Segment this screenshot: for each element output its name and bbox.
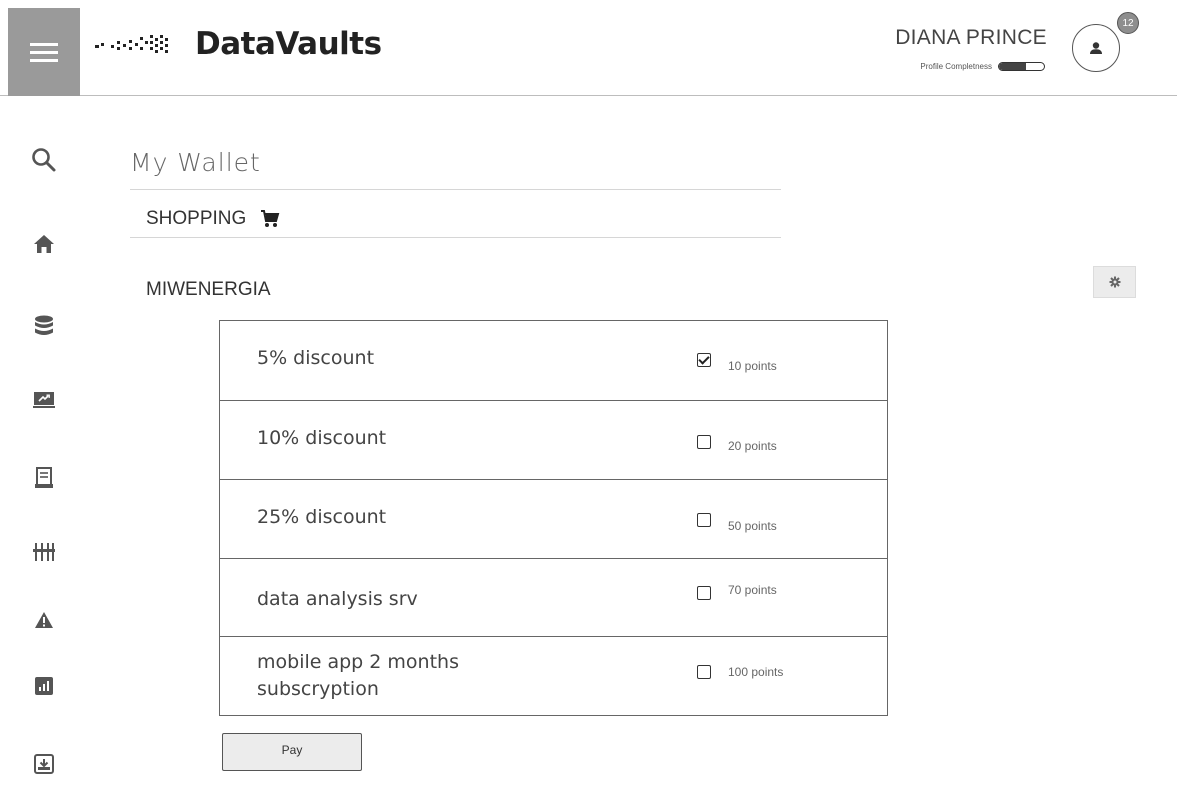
notification-badge[interactable]: 12	[1117, 12, 1139, 34]
sidebar-item-document[interactable]	[30, 464, 58, 492]
sidebar-item-warning[interactable]	[30, 606, 58, 634]
profile-completeness-label: Profile Completness	[920, 62, 992, 71]
logo: DataVaults	[95, 22, 382, 66]
section-label: SHOPPING	[146, 208, 247, 229]
offer-points: 70 points	[728, 583, 777, 597]
database-icon	[35, 315, 53, 335]
sidebar-item-chart[interactable]	[30, 672, 58, 700]
offer-label: data analysis srv	[257, 588, 418, 610]
offer-label: 10% discount	[257, 427, 387, 449]
download-box-icon	[34, 754, 54, 774]
offer-label: 5% discount	[257, 347, 375, 369]
offer-points: 20 points	[728, 439, 777, 453]
sidebar-item-presentation[interactable]	[30, 386, 58, 414]
document-icon	[35, 467, 53, 488]
app-root: DataVaults DIANA PRINCE Profile Completn…	[0, 0, 1177, 791]
search-icon	[32, 148, 56, 172]
offer-points: 10 points	[728, 359, 777, 373]
user-name[interactable]: DIANA PRINCE	[895, 26, 1047, 50]
offer-row[interactable]: 5% discount 10 points	[220, 321, 887, 401]
pay-button[interactable]: Pay	[222, 733, 362, 771]
offer-row[interactable]: 25% discount 50 points	[220, 480, 887, 559]
offer-checkbox[interactable]	[697, 513, 711, 527]
offer-row[interactable]: data analysis srv 70 points	[220, 559, 887, 637]
offer-checkbox[interactable]	[697, 435, 711, 449]
sidebar-item-database[interactable]	[30, 312, 58, 340]
offer-checkbox[interactable]	[697, 353, 711, 367]
sidebar	[8, 96, 80, 791]
profile-completeness-fill	[999, 63, 1026, 70]
warning-icon	[35, 612, 53, 628]
title-divider	[130, 189, 781, 190]
offer-row[interactable]: mobile app 2 months subscryption 100 poi…	[220, 637, 887, 715]
section-divider	[130, 237, 781, 238]
offer-label: 25% discount	[257, 506, 387, 528]
user-icon	[1090, 42, 1102, 54]
page-title: My Wallet	[130, 148, 261, 177]
offer-points: 100 points	[728, 665, 784, 679]
sidebar-item-home[interactable]	[30, 230, 58, 258]
profile-completeness: Profile Completness	[920, 62, 1045, 71]
settings-button[interactable]	[1093, 266, 1136, 298]
sidebar-item-download[interactable]	[30, 750, 58, 778]
cart-icon	[261, 210, 280, 227]
sliders-icon	[33, 543, 55, 561]
home-icon	[34, 235, 54, 253]
offer-row[interactable]: 10% discount 20 points	[220, 401, 887, 480]
section-header-shopping: SHOPPING	[146, 208, 280, 230]
header-bar: DataVaults DIANA PRINCE Profile Completn…	[0, 0, 1177, 96]
offer-checkbox[interactable]	[697, 665, 711, 679]
logo-text: DataVaults	[195, 26, 382, 62]
profile-completeness-bar	[998, 62, 1045, 71]
chart-icon	[35, 677, 53, 695]
hamburger-icon	[30, 43, 58, 62]
store-name: MIWENERGIA	[146, 279, 271, 300]
offer-label: mobile app 2 months subscryption	[257, 651, 459, 700]
logo-mark-icon	[95, 35, 168, 53]
sidebar-item-sliders[interactable]	[30, 538, 58, 566]
presentation-icon	[33, 392, 55, 408]
avatar-button[interactable]	[1072, 24, 1120, 72]
menu-button[interactable]	[8, 8, 80, 96]
offer-checkbox[interactable]	[697, 586, 711, 600]
gear-icon	[1109, 276, 1120, 288]
offer-points: 50 points	[728, 519, 777, 533]
offers-table: 5% discount 10 points 10% discount 20 po…	[219, 320, 888, 716]
sidebar-item-search[interactable]	[30, 146, 58, 174]
